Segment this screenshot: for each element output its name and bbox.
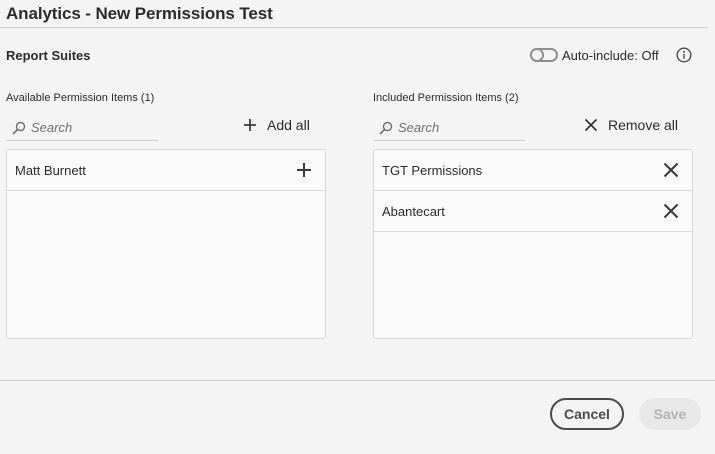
search-icon [12, 121, 26, 134]
toggle-switch[interactable] [530, 48, 558, 62]
footer-divider [0, 380, 715, 381]
add-all-button[interactable]: Add all [243, 115, 310, 135]
search-icon [379, 121, 393, 134]
auto-include-label: Auto-include: Off [562, 47, 659, 63]
list-item[interactable]: Abantecart [374, 191, 692, 232]
included-search[interactable] [373, 115, 525, 141]
included-items-list: TGT Permissions Abantecart [373, 149, 693, 339]
included-items-label: Included Permission Items (2) [373, 92, 519, 104]
cancel-button[interactable]: Cancel [550, 398, 624, 430]
available-items-list: Matt Burnett [6, 149, 326, 339]
page-title: Analytics - New Permissions Test [6, 4, 273, 23]
close-icon[interactable] [662, 202, 680, 220]
section-label: Report Suites [6, 48, 91, 63]
auto-include-toggle[interactable]: Auto-include: Off [530, 46, 659, 64]
save-button[interactable]: Save [639, 398, 701, 430]
available-items-label: Available Permission Items (1) [6, 92, 155, 104]
plus-icon [244, 119, 256, 131]
close-icon[interactable] [662, 161, 680, 179]
remove-all-button[interactable]: Remove all [584, 115, 678, 135]
plus-icon[interactable] [295, 161, 313, 179]
list-item-label: TGT Permissions [382, 162, 483, 178]
remove-all-label: Remove all [608, 117, 679, 133]
list-item[interactable]: Matt Burnett [7, 150, 325, 191]
list-item-label: Abantecart [382, 203, 445, 219]
list-item[interactable]: TGT Permissions [374, 150, 692, 191]
add-all-label: Add all [267, 117, 310, 133]
close-icon [584, 118, 598, 132]
included-search-input[interactable] [398, 120, 508, 135]
available-search-input[interactable] [31, 120, 141, 135]
list-item-label: Matt Burnett [15, 162, 86, 178]
title-divider [0, 27, 708, 28]
available-search[interactable] [6, 115, 158, 141]
info-icon[interactable] [676, 47, 692, 63]
